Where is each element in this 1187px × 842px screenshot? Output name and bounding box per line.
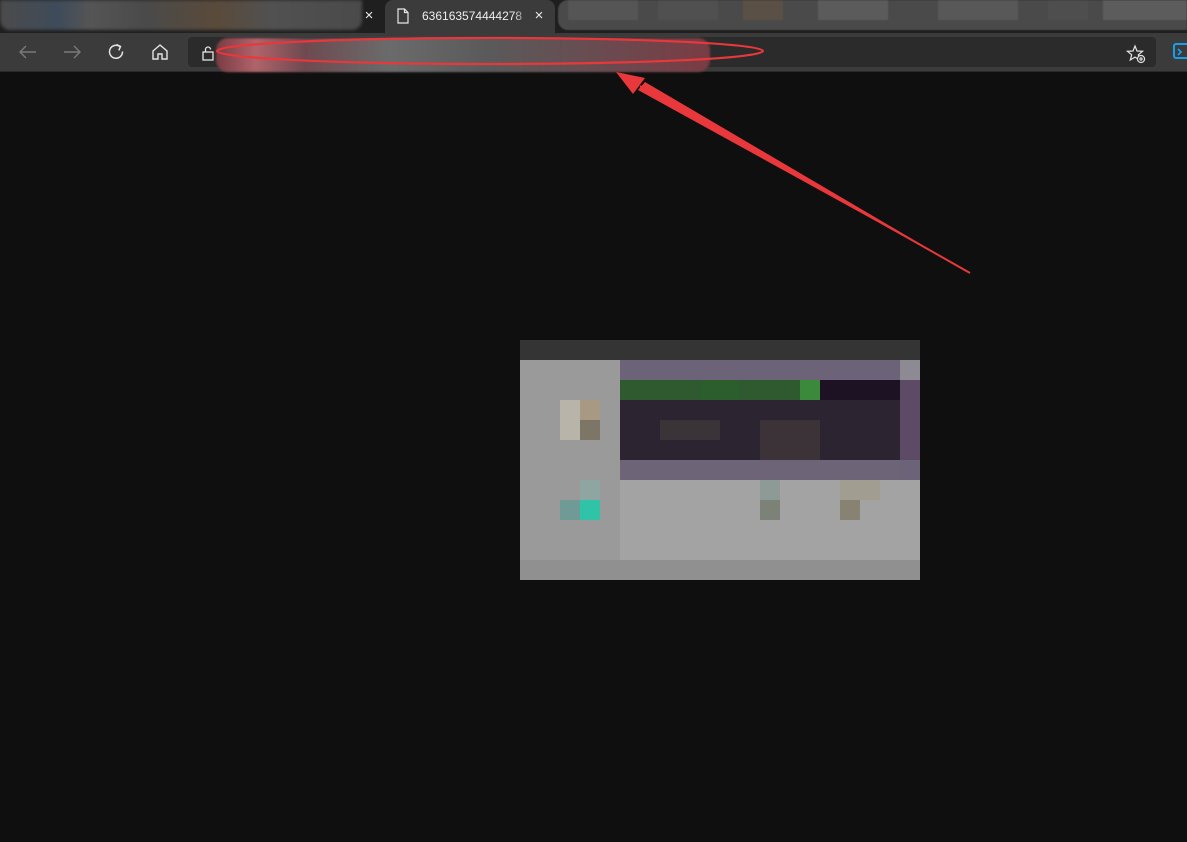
close-tab-icon[interactable]: × xyxy=(531,8,547,24)
pixelated-image xyxy=(520,340,920,580)
back-arrow-icon[interactable] xyxy=(15,39,41,65)
document-icon xyxy=(396,8,410,29)
redacted-tabs[interactable] xyxy=(558,0,1187,30)
refresh-icon[interactable] xyxy=(103,39,129,65)
redacted-url[interactable] xyxy=(216,38,710,72)
close-tab-icon[interactable]: × xyxy=(361,8,377,24)
tab-strip: × 636163574444278 × xyxy=(0,0,1187,33)
home-icon[interactable] xyxy=(147,39,173,65)
address-bar[interactable] xyxy=(188,37,1156,72)
forward-arrow-icon[interactable] xyxy=(59,39,85,65)
active-tab[interactable]: 636163574444278 × xyxy=(385,0,555,33)
favorite-star-icon[interactable] xyxy=(1125,44,1146,69)
extension-icon[interactable] xyxy=(1172,40,1187,67)
lock-icon[interactable] xyxy=(201,45,215,66)
tab-title: 636163574444278 xyxy=(422,9,534,25)
browser-toolbar xyxy=(0,33,1187,72)
redacted-tab[interactable] xyxy=(0,0,362,30)
